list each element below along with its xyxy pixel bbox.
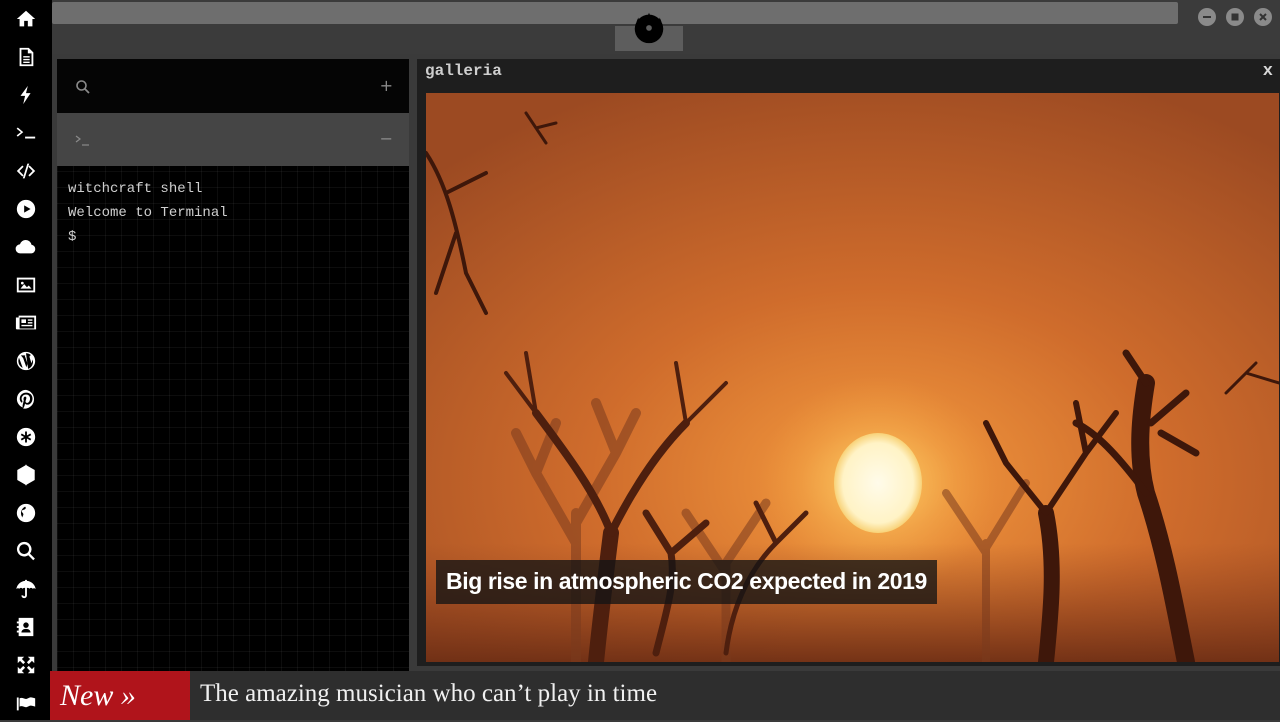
contacts-icon bbox=[16, 617, 34, 637]
terminal-line: Welcome to Terminal bbox=[68, 205, 228, 221]
dock-item-news[interactable] bbox=[0, 304, 52, 342]
top-bar bbox=[52, 0, 1280, 54]
newspaper-icon bbox=[15, 315, 37, 330]
terminal-search-bar[interactable]: + bbox=[57, 59, 409, 113]
gallery-caption[interactable]: Big rise in atmospheric CO2 expected in … bbox=[436, 560, 937, 604]
collapse-tab-button[interactable]: − bbox=[380, 129, 393, 148]
dock-item-image[interactable] bbox=[0, 266, 52, 304]
dock-item-home[interactable] bbox=[0, 0, 52, 38]
add-tab-button[interactable]: + bbox=[380, 76, 393, 95]
gallery-image[interactable]: Big rise in atmospheric CO2 expected in … bbox=[426, 93, 1279, 662]
close-icon bbox=[1259, 13, 1267, 21]
gallery-close-button[interactable]: x bbox=[1263, 62, 1273, 81]
minimize-icon bbox=[1203, 16, 1211, 18]
sphere-icon bbox=[17, 464, 35, 486]
cloud-icon bbox=[15, 239, 36, 254]
search-icon bbox=[76, 80, 90, 94]
maximize-icon bbox=[1231, 13, 1239, 21]
gallery-panel: galleria x Big rise in atmospheric CO2 e… bbox=[417, 59, 1280, 666]
dock-item-document[interactable] bbox=[0, 38, 52, 76]
dock-item-contacts[interactable] bbox=[0, 608, 52, 646]
code-icon bbox=[16, 163, 36, 179]
asterisk-icon bbox=[16, 427, 36, 447]
dock-item-wordpress[interactable] bbox=[0, 342, 52, 380]
terminal-icon bbox=[16, 127, 36, 139]
globe-icon bbox=[16, 503, 36, 523]
dock-item-umbrella[interactable] bbox=[0, 570, 52, 608]
dock-item-fullscreen[interactable] bbox=[0, 646, 52, 684]
terminal-line: witchcraft shell bbox=[68, 181, 203, 197]
fullscreen-icon bbox=[17, 656, 35, 674]
minimize-button[interactable] bbox=[1198, 8, 1216, 26]
dock-item-asterisk[interactable] bbox=[0, 418, 52, 456]
dock-item-terminal[interactable] bbox=[0, 114, 52, 152]
bolt-icon bbox=[20, 85, 31, 105]
umbrella-icon bbox=[16, 579, 36, 599]
terminal-panel: + − witchcraft shell Welcome to Terminal… bbox=[57, 59, 409, 671]
ticker-badge: New » bbox=[50, 671, 190, 720]
pinterest-icon bbox=[16, 389, 35, 409]
gallery-title: galleria bbox=[425, 62, 502, 80]
search-icon bbox=[16, 541, 35, 561]
prompt-icon bbox=[75, 135, 89, 146]
dock-item-cloud[interactable] bbox=[0, 228, 52, 266]
dock-item-sphere[interactable] bbox=[0, 456, 52, 494]
document-icon bbox=[19, 47, 34, 67]
dock-item-flag[interactable] bbox=[0, 684, 52, 722]
terminal-tab[interactable]: − bbox=[57, 113, 409, 166]
wordpress-icon bbox=[16, 351, 36, 371]
dock-item-pinterest[interactable] bbox=[0, 380, 52, 418]
maximize-button[interactable] bbox=[1226, 8, 1244, 26]
news-ticker: New » The amazing musician who can’t pla… bbox=[50, 671, 1280, 720]
play-icon bbox=[16, 199, 36, 219]
image-icon bbox=[16, 277, 36, 293]
app-dock bbox=[0, 0, 52, 720]
terminal-output[interactable]: witchcraft shell Welcome to Terminal $ bbox=[68, 177, 398, 249]
rebel-emblem-icon bbox=[634, 12, 664, 44]
dock-item-bolt[interactable] bbox=[0, 76, 52, 114]
terminal-prompt: $ bbox=[68, 229, 77, 245]
home-icon bbox=[16, 10, 36, 27]
dock-item-play[interactable] bbox=[0, 190, 52, 228]
topbar-input[interactable] bbox=[52, 2, 1178, 24]
dock-item-globe[interactable] bbox=[0, 494, 52, 532]
ticker-headline[interactable]: The amazing musician who can’t play in t… bbox=[200, 680, 657, 708]
close-button[interactable] bbox=[1254, 8, 1272, 26]
flag-icon bbox=[16, 697, 36, 711]
dock-item-search[interactable] bbox=[0, 532, 52, 570]
dock-item-code[interactable] bbox=[0, 152, 52, 190]
